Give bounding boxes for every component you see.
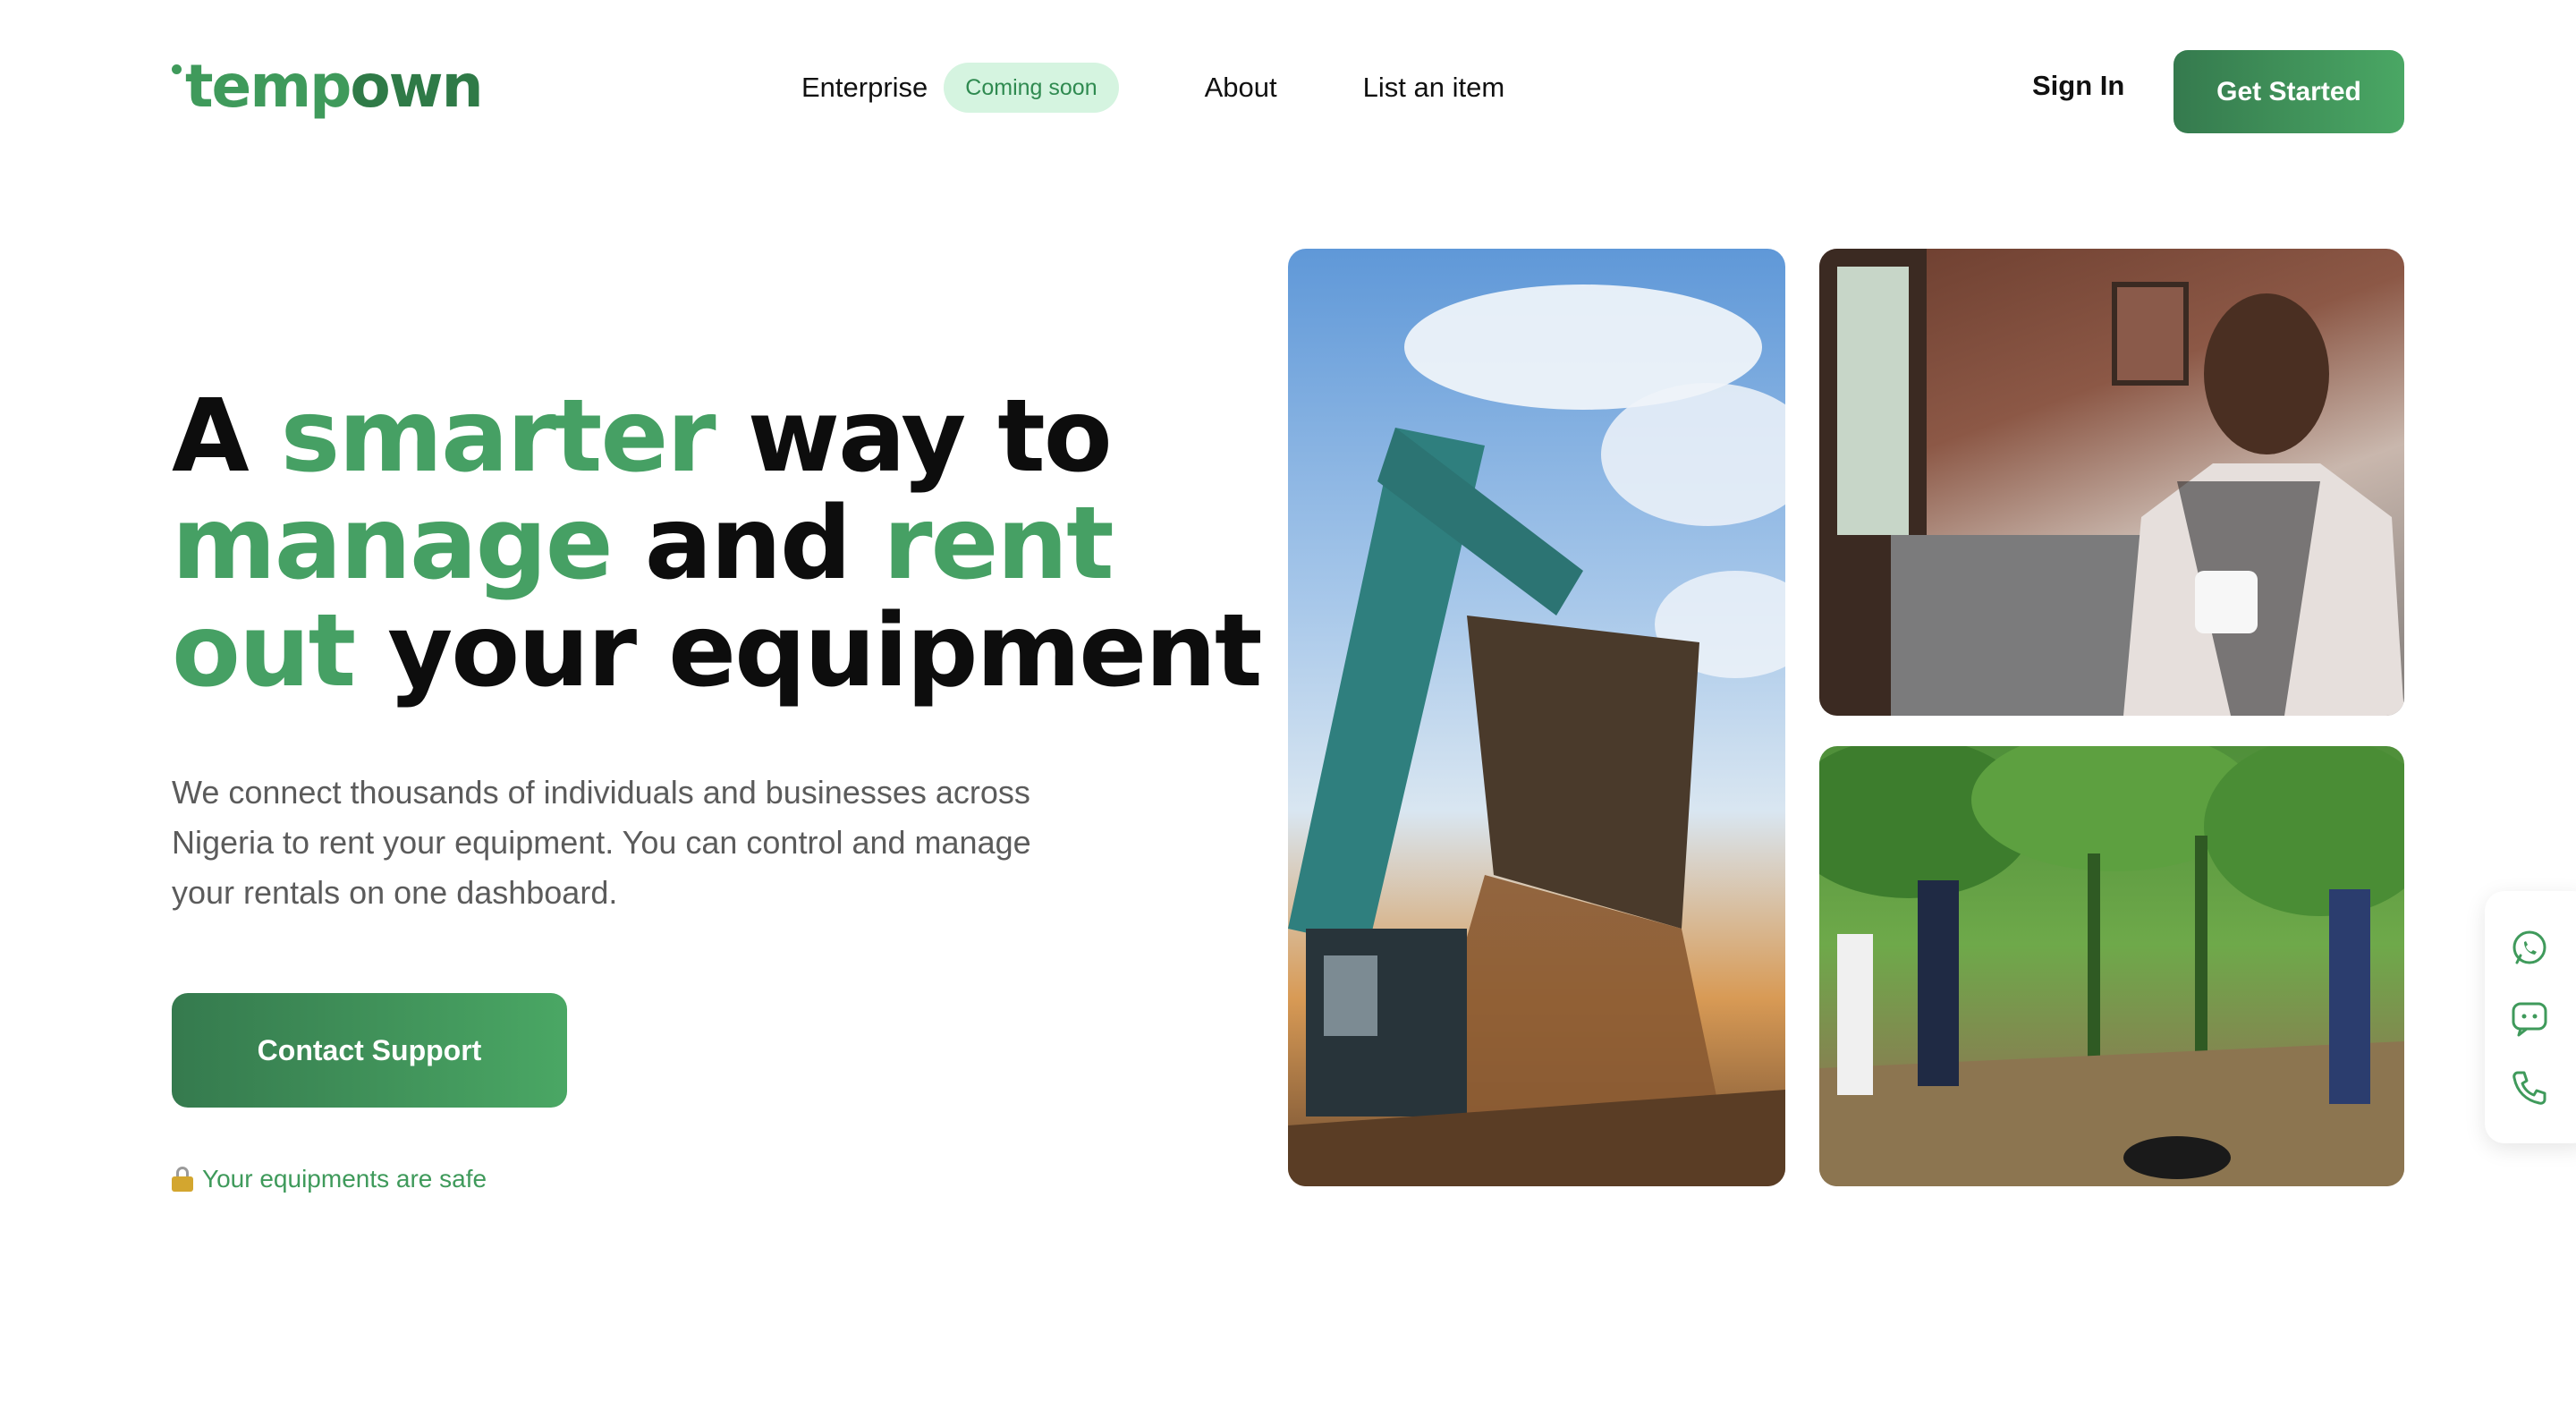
chat-icon[interactable] (2510, 998, 2549, 1038)
hero-title-part: and (611, 486, 884, 602)
site-header: tempown Enterprise Coming soon About Lis… (0, 0, 2576, 179)
logo-dot (172, 64, 182, 74)
main-nav: Enterprise Coming soon About List an ite… (801, 63, 1504, 113)
sign-in-link[interactable]: Sign In (2032, 70, 2124, 102)
hero-title-part: A (172, 378, 281, 495)
logo[interactable]: tempown (172, 47, 484, 127)
floating-contact-widget (2485, 891, 2576, 1143)
hero-description: We connect thousands of individuals and … (172, 774, 1031, 911)
excavator-image (1288, 249, 1785, 1186)
man-with-coffee-image (1819, 249, 2404, 716)
safety-note: Your equipments are safe (172, 1165, 487, 1193)
nav-about[interactable]: About (1205, 72, 1277, 104)
hero-title-highlight: smarter (280, 378, 716, 495)
nav-enterprise[interactable]: Enterprise (801, 72, 928, 104)
hero-title: A smarter way to manage and rent out you… (172, 383, 1299, 705)
safety-note-text: Your equipments are safe (202, 1165, 487, 1193)
contact-support-button[interactable]: Contact Support (172, 993, 567, 1108)
logo-suffix: own (350, 52, 483, 121)
logo-text: tempown (185, 47, 484, 127)
get-started-button[interactable]: Get Started (2174, 50, 2404, 133)
field-crew-image (1819, 746, 2404, 1186)
phone-icon[interactable] (2510, 1068, 2549, 1108)
coming-soon-badge: Coming soon (944, 63, 1119, 113)
nav-list-item[interactable]: List an item (1363, 72, 1505, 104)
hero-title-highlight: manage (172, 486, 614, 602)
whatsapp-icon[interactable] (2510, 929, 2549, 968)
logo-prefix: temp (185, 52, 352, 121)
hero-title-part: way to (714, 378, 1113, 495)
lock-icon (172, 1167, 193, 1192)
hero-title-part: your equipment (354, 593, 1262, 709)
